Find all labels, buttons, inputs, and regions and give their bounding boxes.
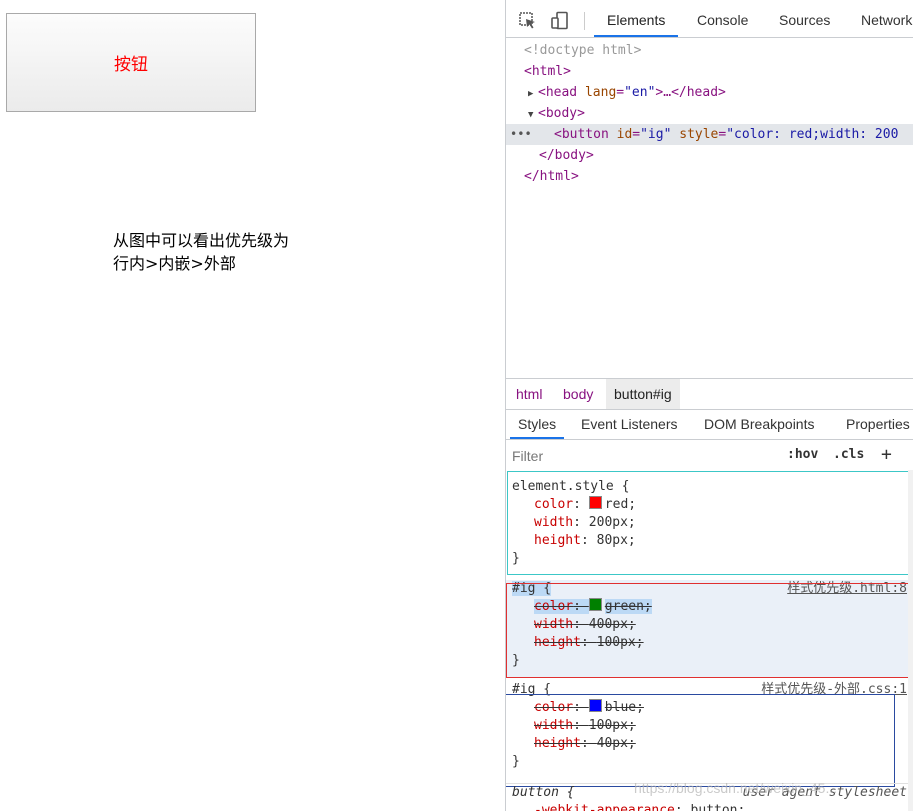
tab-styles[interactable]: Styles: [510, 409, 565, 439]
tab-event-listeners[interactable]: Event Listeners: [581, 409, 678, 439]
tab-properties[interactable]: Properties: [846, 409, 910, 439]
dom-node-button[interactable]: ••• <button id="ig" style="color: red;wid…: [506, 124, 913, 145]
tab-network[interactable]: Network: [861, 3, 912, 37]
rendered-page: 按钮 从图中可以看出优先级为 行内>内嵌>外部: [0, 0, 505, 811]
collapse-triangle-icon[interactable]: ▼: [528, 105, 538, 126]
styles-filter-input[interactable]: [510, 444, 776, 468]
dom-node-html-close[interactable]: </html>: [506, 166, 913, 187]
cls-toggle[interactable]: .cls: [833, 444, 864, 466]
priority-note: 从图中可以看出优先级为 行内>内嵌>外部: [113, 229, 289, 275]
breadcrumb: html body button#ig: [506, 378, 913, 410]
watermark: https://blog.csdn.net/weixin_45...: [634, 780, 838, 796]
styles-tabbar: Styles Event Listeners DOM Breakpoints P…: [506, 409, 913, 440]
tab-elements[interactable]: Elements: [594, 3, 679, 37]
toolbar-separator: [584, 12, 585, 30]
breadcrumb-button[interactable]: button#ig: [606, 379, 680, 409]
styles-filter-bar: :hov .cls +: [506, 441, 913, 469]
highlight-box-embedded: [506, 583, 911, 678]
dom-node-head[interactable]: ▶ <head lang="en">…</head>: [506, 82, 913, 103]
highlight-box-external: [506, 694, 895, 787]
devtools-tabbar: Elements Console Sources Network: [506, 3, 913, 38]
highlight-box-inline: [507, 471, 909, 575]
device-toolbar-icon[interactable]: [550, 11, 570, 31]
styles-scrollbar[interactable]: [908, 470, 913, 811]
breadcrumb-body[interactable]: body: [555, 379, 601, 409]
hov-toggle[interactable]: :hov: [787, 444, 818, 466]
tab-dom-breakpoints[interactable]: DOM Breakpoints: [704, 409, 814, 439]
tab-console[interactable]: Console: [697, 3, 748, 37]
dom-node-body-close[interactable]: </body>: [506, 145, 913, 166]
inspect-element-icon[interactable]: [518, 11, 538, 31]
note-line-2: 行内>内嵌>外部: [113, 254, 236, 273]
dom-node-doctype[interactable]: <!doctype html>: [506, 40, 913, 61]
new-rule-plus-icon[interactable]: +: [881, 444, 892, 466]
tab-sources[interactable]: Sources: [779, 3, 830, 37]
dom-node-body[interactable]: ▼ <body>: [506, 103, 913, 124]
devtools-panel: Elements Console Sources Network <!docty…: [506, 0, 913, 811]
rule-prop-appearance[interactable]: -webkit-appearance: button;: [506, 802, 913, 811]
breadcrumb-html[interactable]: html: [508, 379, 550, 409]
dom-tree: <!doctype html> <html> ▶ <head lang="en">…: [506, 40, 913, 187]
note-line-1: 从图中可以看出优先级为: [113, 231, 290, 250]
expand-triangle-icon[interactable]: ▶: [528, 84, 538, 105]
dom-node-html[interactable]: <html>: [506, 61, 913, 82]
more-dots-icon[interactable]: •••: [510, 124, 532, 145]
demo-button[interactable]: 按钮: [6, 13, 256, 112]
